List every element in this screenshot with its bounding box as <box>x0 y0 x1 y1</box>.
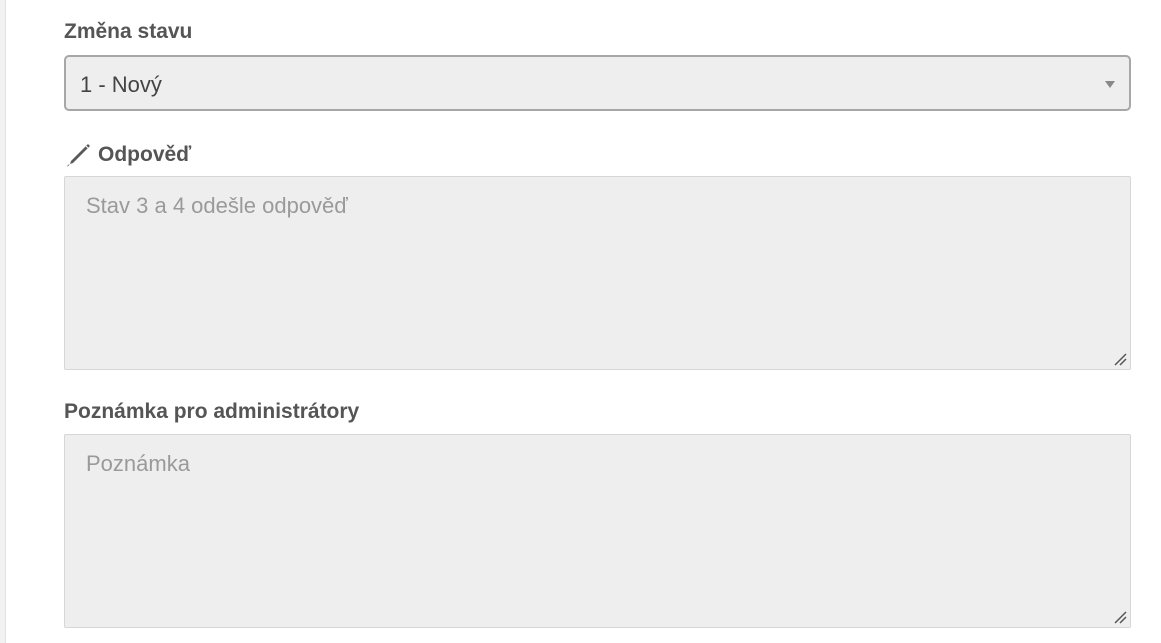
status-field-label: Změna stavu <box>64 20 193 43</box>
pen-icon <box>64 142 92 168</box>
note-field-label: Poznámka pro administrátory <box>64 400 360 423</box>
resize-grip-icon[interactable] <box>1113 352 1127 366</box>
note-textarea[interactable]: Poznámka <box>64 434 1131 628</box>
status-select[interactable]: 1 - Nový <box>64 55 1131 111</box>
reply-textarea[interactable]: Stav 3 a 4 odešle odpověď <box>64 176 1131 370</box>
resize-grip-icon[interactable] <box>1113 610 1127 624</box>
caret-down-icon <box>1105 81 1115 88</box>
reply-placeholder: Stav 3 a 4 odešle odpověď <box>86 193 348 218</box>
reply-field-label: Odpověď <box>98 143 192 166</box>
reply-label-row: Odpověď <box>64 142 191 168</box>
panel-left-border <box>0 0 6 643</box>
status-select-value: 1 - Nový <box>80 72 162 97</box>
note-placeholder: Poznámka <box>86 451 190 476</box>
